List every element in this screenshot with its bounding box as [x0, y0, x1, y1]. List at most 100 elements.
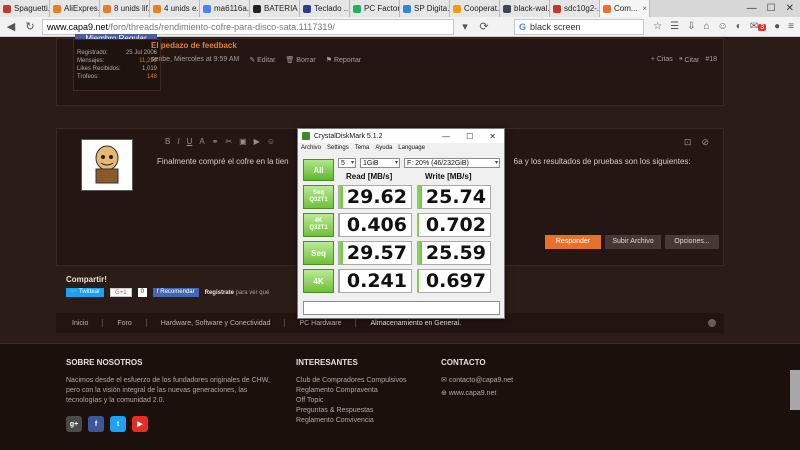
close-tab-icon[interactable]: × — [642, 4, 647, 13]
social-icon[interactable]: f — [88, 416, 104, 432]
cdm-menu-item[interactable]: Ayuda — [375, 145, 392, 151]
close-icon[interactable]: ✕ — [786, 3, 794, 14]
browser-tab[interactable]: ma6116a...× — [200, 0, 250, 17]
test-row-button[interactable]: Seq — [303, 241, 334, 265]
toggle-bbcode-icon[interactable]: ⊡ — [684, 137, 692, 148]
link-icon[interactable]: ⚭ — [212, 137, 219, 146]
drive-select[interactable]: F: 20% (46/232GiB) ▾ — [404, 158, 500, 168]
twitter-button[interactable]: 🐦 Twittear — [66, 288, 105, 297]
menu-icon[interactable]: ≡ — [788, 21, 794, 32]
browser-tab[interactable]: PC Factor...× — [350, 0, 400, 17]
scrollbar-thumb[interactable] — [790, 370, 800, 410]
drafts-icon[interactable]: ⊘ — [701, 137, 709, 148]
italic-icon[interactable]: I — [177, 137, 179, 146]
maximize-icon[interactable]: ☐ — [767, 3, 776, 14]
cdm-menu-item[interactable]: Archivo — [301, 145, 321, 151]
chat-icon[interactable]: ☺ — [718, 21, 728, 32]
social-icon[interactable]: g+ — [66, 416, 82, 432]
scroll-up-icon[interactable] — [708, 319, 716, 327]
globe-icon: ⊕ — [441, 390, 449, 397]
browser-tab[interactable]: SP Digita...× — [400, 0, 450, 17]
minimize-icon[interactable]: — — [747, 3, 757, 14]
run-all-button[interactable]: All — [303, 159, 334, 181]
browser-tab[interactable]: black-wal...× — [500, 0, 550, 17]
more-options-button[interactable]: Opciones... — [665, 235, 719, 249]
browser-tab[interactable]: AliExpres...× — [50, 0, 100, 17]
refresh-icon[interactable]: ⟳ — [476, 19, 492, 35]
bold-icon[interactable]: B — [165, 137, 170, 146]
browser-tab[interactable]: Spaguetti...× — [0, 0, 50, 17]
contact-web[interactable]: ⊕ www.capa9.net — [441, 389, 601, 399]
test-row-button[interactable]: 4K — [303, 269, 334, 293]
home-icon[interactable]: ⌂ — [704, 21, 710, 32]
reading-list-icon[interactable]: ☰ — [670, 21, 679, 32]
comment-field[interactable] — [303, 301, 500, 315]
crumb-pc-hardware[interactable]: PC Hardware — [299, 320, 341, 327]
cdm-menu-item[interactable]: Settings — [327, 145, 349, 151]
report-link[interactable]: ⚑ Reportar — [326, 56, 361, 64]
footer-link[interactable]: Reglamento Compraventa — [296, 386, 436, 396]
test-row-button[interactable]: 4K Q32T1 — [303, 213, 334, 237]
post-time[interactable]: senbe, Miercoles at 9:59 AM — [151, 56, 239, 64]
browser-tab[interactable]: 4 unids e...× — [150, 0, 200, 17]
contact-email[interactable]: ✉ contacto@capa9.net — [441, 376, 601, 386]
browser-tab[interactable]: sdc10g2-...× — [550, 0, 600, 17]
footer-link[interactable]: Club de Compradores Compulsivos — [296, 376, 436, 386]
stat-value[interactable]: 148 — [147, 74, 157, 80]
unlink-icon[interactable]: ✂ — [225, 137, 232, 146]
test-count-select[interactable]: 5 ▾ — [338, 158, 356, 168]
underline-icon[interactable]: U — [187, 137, 193, 146]
facebook-button[interactable]: f Recomendar — [152, 288, 199, 297]
delete-link[interactable]: 🗑 Borrar — [285, 56, 315, 64]
addon-icon[interactable]: ◐ — [736, 21, 742, 32]
search-bar[interactable]: G black screen — [514, 18, 644, 35]
media-icon[interactable]: ▶ — [254, 137, 260, 146]
read-result-bar — [339, 214, 340, 236]
upload-file-button[interactable]: Subir Archivo — [605, 235, 661, 249]
avatar[interactable] — [81, 139, 133, 191]
cdm-menu-item[interactable]: Language — [398, 145, 425, 151]
address-bar[interactable]: www.capa9.net/foro/threads/rendimiento-c… — [42, 18, 454, 35]
register-link[interactable]: Registrate — [205, 290, 234, 296]
post-number[interactable]: #18 — [705, 56, 717, 64]
cdm-menu-item[interactable]: Tema — [355, 145, 370, 151]
back-icon[interactable]: ◀ — [3, 19, 19, 35]
reload-icon[interactable]: ↻ — [22, 19, 38, 35]
dropdown-arrow-icon[interactable]: ▾ — [457, 19, 473, 35]
reply-button[interactable]: Responder — [545, 235, 601, 249]
footer-link[interactable]: Preguntas & Respuestas — [296, 406, 436, 416]
browser-tab[interactable]: Teclado ...× — [300, 0, 350, 17]
feedback-title[interactable]: El pedazo de feedback — [151, 41, 237, 50]
footer-link[interactable]: Off Topic — [296, 396, 436, 406]
gplus-button[interactable]: G+1 — [110, 288, 132, 297]
browser-tab[interactable]: 8 unids lif...× — [100, 0, 150, 17]
download-icon[interactable]: ⇩ — [687, 21, 695, 32]
minimize-icon[interactable]: — — [442, 132, 450, 141]
test-size-select[interactable]: 1GiB ▾ — [360, 158, 400, 168]
footer-link[interactable]: Reglamento Convivencia — [296, 416, 436, 426]
account-icon[interactable]: ● — [774, 21, 780, 32]
social-icon[interactable]: ▶ — [132, 416, 148, 432]
close-icon[interactable]: ✕ — [489, 132, 496, 141]
social-icon[interactable]: t — [110, 416, 126, 432]
crumb-hardware[interactable]: Hardware, Software y Conectividad — [161, 320, 271, 327]
mail-icon[interactable]: ✉ 3 — [750, 21, 767, 32]
crumb-forum[interactable]: Foro — [117, 320, 131, 327]
test-name: 4K — [313, 276, 324, 286]
crumb-home[interactable]: Inicio — [72, 320, 88, 327]
edit-link[interactable]: ✎ Editar — [249, 56, 275, 64]
quote-link[interactable]: ❝ Citar — [679, 56, 700, 64]
write-result: 25.59 — [417, 241, 491, 265]
star-icon[interactable]: ☆ — [653, 21, 662, 32]
image-icon[interactable]: ▣ — [239, 137, 247, 146]
favicon-icon — [153, 4, 161, 13]
browser-tab[interactable]: Cooperat...× — [450, 0, 500, 17]
multi-quote-link[interactable]: + Citas — [651, 56, 673, 64]
font-icon[interactable]: A — [199, 137, 204, 146]
browser-tab[interactable]: BATERIA ...× — [250, 0, 300, 17]
test-row-button[interactable]: Seq Q32T1 — [303, 185, 334, 209]
browser-tab[interactable]: Com... × — [600, 0, 650, 17]
maximize-icon[interactable]: ☐ — [466, 132, 473, 141]
crumb-storage[interactable]: Almacenamiento en General. — [370, 320, 461, 327]
smiley-icon[interactable]: ☺ — [267, 137, 275, 146]
